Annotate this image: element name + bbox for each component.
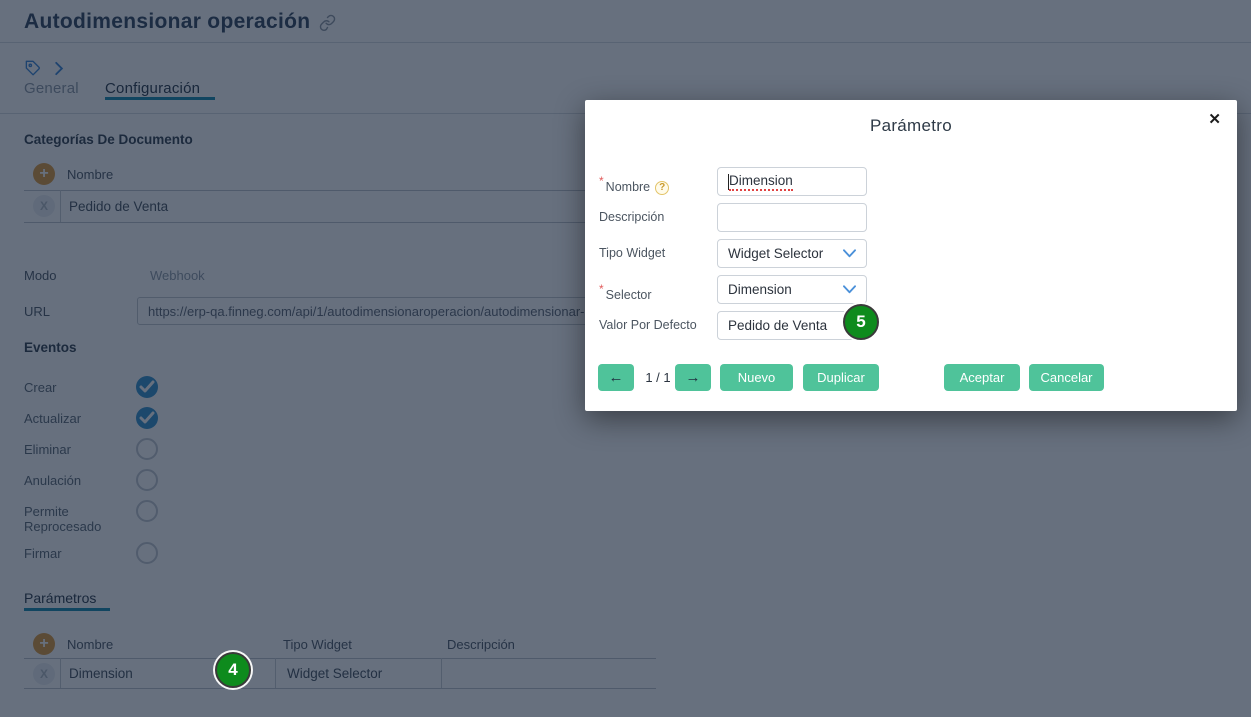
nombre-input-value: Dimension bbox=[729, 173, 793, 191]
field-row-valor-por-defecto: Valor Por Defecto Pedido de Venta bbox=[585, 311, 1237, 340]
arrow-left-icon: ← bbox=[608, 369, 624, 386]
chevron-down-icon bbox=[843, 285, 856, 294]
help-icon[interactable]: ? bbox=[655, 181, 670, 195]
cancelar-button[interactable]: Cancelar bbox=[1029, 364, 1104, 391]
app-window: Autodimensionar operación General Config… bbox=[0, 0, 1251, 717]
selector-select-value: Dimension bbox=[728, 282, 792, 297]
arrow-right-icon: → bbox=[685, 369, 701, 386]
valor-por-defecto-label: Valor Por Defecto bbox=[599, 318, 697, 332]
field-row-descripcion: Descripción bbox=[585, 203, 1237, 232]
required-asterisk: * bbox=[599, 282, 604, 296]
aceptar-button[interactable]: Aceptar bbox=[944, 364, 1020, 391]
tipo-widget-select-value: Widget Selector bbox=[728, 246, 824, 261]
modal-close-button[interactable]: ✕ bbox=[1208, 110, 1221, 130]
nuevo-button[interactable]: Nuevo bbox=[720, 364, 793, 391]
chevron-down-icon bbox=[843, 249, 856, 258]
parametro-modal: Parámetro ✕ * Nombre? Dimension Descripci… bbox=[585, 100, 1237, 411]
required-asterisk: * bbox=[599, 174, 604, 188]
selector-select[interactable]: Dimension bbox=[717, 275, 867, 304]
nombre-label-text: Nombre bbox=[605, 180, 651, 194]
modal-title: Parámetro bbox=[869, 116, 953, 135]
tipo-widget-label: Tipo Widget bbox=[599, 246, 666, 260]
descripcion-label: Descripción bbox=[599, 210, 665, 224]
field-row-nombre: * Nombre? Dimension bbox=[585, 167, 1237, 196]
next-record-button[interactable]: → bbox=[675, 364, 711, 391]
selector-label-text: Selector bbox=[605, 288, 652, 302]
tipo-widget-select[interactable]: Widget Selector bbox=[717, 239, 867, 268]
annotation-badge-4: 4 bbox=[215, 652, 251, 688]
descripcion-input[interactable] bbox=[717, 203, 867, 232]
prev-record-button[interactable]: ← bbox=[598, 364, 634, 391]
field-row-tipo-widget: Tipo Widget Widget Selector bbox=[585, 239, 1237, 268]
valor-por-defecto-value: Pedido de Venta bbox=[728, 318, 828, 333]
field-row-selector: * Selector Dimension bbox=[585, 275, 1237, 304]
duplicar-button[interactable]: Duplicar bbox=[803, 364, 879, 391]
nombre-input[interactable]: Dimension bbox=[717, 167, 867, 196]
annotation-badge-5: 5 bbox=[843, 304, 879, 340]
close-icon: ✕ bbox=[1208, 111, 1221, 128]
selector-label: * Selector bbox=[599, 275, 652, 310]
nombre-label: * Nombre? bbox=[599, 167, 670, 202]
modal-footer: ← 1 / 1 → Nuevo Duplicar Aceptar Cancela… bbox=[585, 364, 1237, 391]
